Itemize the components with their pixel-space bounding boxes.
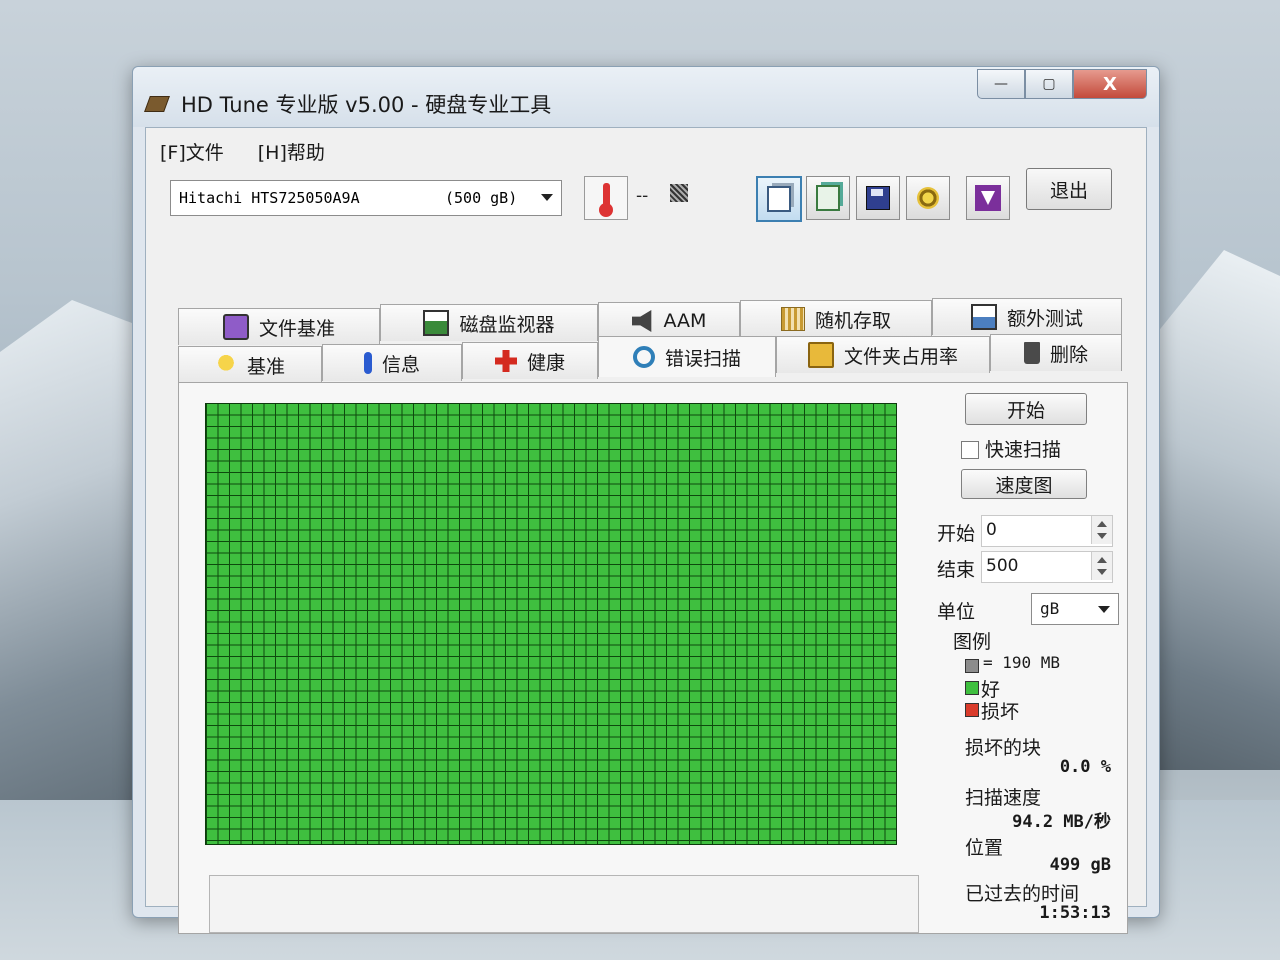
elapsed-label: 已过去的时间 xyxy=(965,883,1080,905)
legend-bad-label: 损坏 xyxy=(981,701,1020,723)
start-scan-button[interactable]: 开始 xyxy=(965,393,1087,425)
range-start-value: 0 xyxy=(986,520,997,540)
temperature-value: -- xyxy=(636,186,649,206)
options-button[interactable] xyxy=(906,176,950,220)
damaged-blocks-label: 损坏的块 xyxy=(965,737,1042,759)
spinner-arrows-icon[interactable] xyxy=(1091,516,1112,544)
download-icon xyxy=(975,185,1001,211)
elapsed-value: 1:53:13 xyxy=(1039,903,1111,923)
tab-info[interactable]: 信息 xyxy=(322,344,462,381)
health-cross-icon xyxy=(494,350,517,372)
tab-label: 基准 xyxy=(246,355,285,378)
speed-map-button[interactable]: 速度图 xyxy=(961,469,1087,499)
tab-benchmark[interactable]: 基准 xyxy=(178,346,322,383)
range-end-input[interactable]: 500 xyxy=(981,551,1113,583)
window-title: HD Tune 专业版 v5.00 - 硬盘专业工具 xyxy=(181,93,552,117)
chevron-down-icon xyxy=(541,194,553,201)
drive-size: (500 gB) xyxy=(445,189,518,207)
client-area: [F]文件 [H]帮助 Hitachi HTS725050A9A (500 gB… xyxy=(145,127,1147,934)
window-controls: — ▢ X xyxy=(977,69,1147,99)
copy-screenshot-button[interactable] xyxy=(806,176,850,220)
copy-icon xyxy=(767,186,791,212)
position-label: 位置 xyxy=(965,837,1004,859)
legend-block-size: = 190 MB xyxy=(983,653,1061,672)
tab-aam[interactable]: AAM xyxy=(598,302,740,339)
close-button[interactable]: X xyxy=(1073,69,1147,99)
unit-label: 单位 xyxy=(937,601,976,623)
folder-icon xyxy=(807,342,834,368)
magnifier-icon xyxy=(632,346,655,368)
file-benchmark-icon xyxy=(222,314,249,340)
tab-file-benchmark[interactable]: 文件基准 xyxy=(178,308,380,345)
speaker-icon xyxy=(631,310,652,332)
options-icon xyxy=(917,187,939,209)
chevron-down-icon xyxy=(1098,606,1110,613)
damaged-blocks-value: 0.0 % xyxy=(1059,757,1111,777)
scan-speed-label: 扫描速度 xyxy=(965,787,1042,809)
tab-label: 信息 xyxy=(381,353,420,376)
range-end-label: 结束 xyxy=(937,559,976,581)
tab-error-scan[interactable]: 错误扫描 xyxy=(598,336,776,377)
desktop-glacier-right xyxy=(1140,250,1280,770)
drive-select[interactable]: Hitachi HTS725050A9A (500 gB) xyxy=(170,180,562,216)
tab-label: 健康 xyxy=(526,351,565,374)
info-icon xyxy=(363,352,372,374)
legend-block-swatch xyxy=(965,659,979,673)
tab-label: 文件基准 xyxy=(258,317,335,340)
tab-label: AAM xyxy=(663,310,707,332)
scan-block-map xyxy=(205,403,897,845)
tab-health[interactable]: 健康 xyxy=(462,342,598,379)
tab-label: 磁盘监视器 xyxy=(459,313,555,336)
tab-label: 删除 xyxy=(1049,343,1088,366)
quick-scan-label: 快速扫描 xyxy=(985,439,1062,461)
scan-log-area xyxy=(209,875,919,933)
tab-disk-monitor[interactable]: 磁盘监视器 xyxy=(380,304,598,341)
screenshot-icon xyxy=(816,185,840,211)
app-icon xyxy=(144,96,170,112)
trash-icon xyxy=(1023,342,1040,364)
legend-good-swatch xyxy=(965,681,979,695)
tab-erase[interactable]: 删除 xyxy=(990,334,1122,371)
drive-name: Hitachi HTS725050A9A xyxy=(179,189,360,207)
legend-bad-swatch xyxy=(965,703,979,717)
unit-value: gB xyxy=(1040,599,1060,618)
disk-monitor-icon xyxy=(423,310,450,336)
save-button[interactable] xyxy=(856,176,900,220)
copy-text-button[interactable] xyxy=(756,176,802,222)
download-button[interactable] xyxy=(966,176,1010,220)
thermometer-icon xyxy=(584,176,628,220)
lightbulb-icon xyxy=(214,354,237,376)
legend-title: 图例 xyxy=(953,631,992,653)
title-bar[interactable]: HD Tune 专业版 v5.00 - 硬盘专业工具 — ▢ X xyxy=(133,67,1159,127)
unit-select[interactable]: gB xyxy=(1031,593,1119,625)
scan-controls: 开始 快速扫描 速度图 开始 0 结束 500 单位 gB 图例 = 190 M… xyxy=(935,383,1125,933)
error-scan-panel: 开始 快速扫描 速度图 开始 0 结束 500 单位 gB 图例 = 190 M… xyxy=(178,382,1128,934)
quick-scan-checkbox[interactable] xyxy=(961,441,979,459)
tab-label: 文件夹占用率 xyxy=(843,345,958,368)
maximize-button[interactable]: ▢ xyxy=(1025,69,1073,99)
random-access-icon xyxy=(780,307,805,331)
hdtune-window: HD Tune 专业版 v5.00 - 硬盘专业工具 — ▢ X [F]文件 [… xyxy=(132,66,1160,934)
exit-button[interactable]: 退出 xyxy=(1026,168,1112,210)
menu-file[interactable]: [F]文件 xyxy=(160,138,224,165)
menu-help[interactable]: [H]帮助 xyxy=(258,138,325,165)
position-value: 499 gB xyxy=(1049,855,1111,875)
range-start-input[interactable]: 0 xyxy=(981,515,1113,547)
scan-speed-value: 94.2 MB/秒 xyxy=(1012,812,1111,832)
tab-label: 随机存取 xyxy=(814,309,891,332)
tab-extra-tests[interactable]: 额外测试 xyxy=(932,298,1122,335)
range-end-value: 500 xyxy=(986,556,1019,576)
range-start-label: 开始 xyxy=(937,523,976,545)
save-icon xyxy=(866,186,890,210)
menu-bar: [F]文件 [H]帮助 xyxy=(160,138,325,165)
tab-folder-usage[interactable]: 文件夹占用率 xyxy=(776,336,990,373)
tab-label: 错误扫描 xyxy=(664,347,741,370)
minimize-button[interactable]: — xyxy=(977,69,1025,99)
tab-random-access[interactable]: 随机存取 xyxy=(740,300,932,337)
extra-tests-icon xyxy=(970,304,997,330)
spinner-arrows-icon[interactable] xyxy=(1091,552,1112,580)
tab-label: 额外测试 xyxy=(1006,307,1083,330)
temperature-unit-icon xyxy=(670,184,688,202)
